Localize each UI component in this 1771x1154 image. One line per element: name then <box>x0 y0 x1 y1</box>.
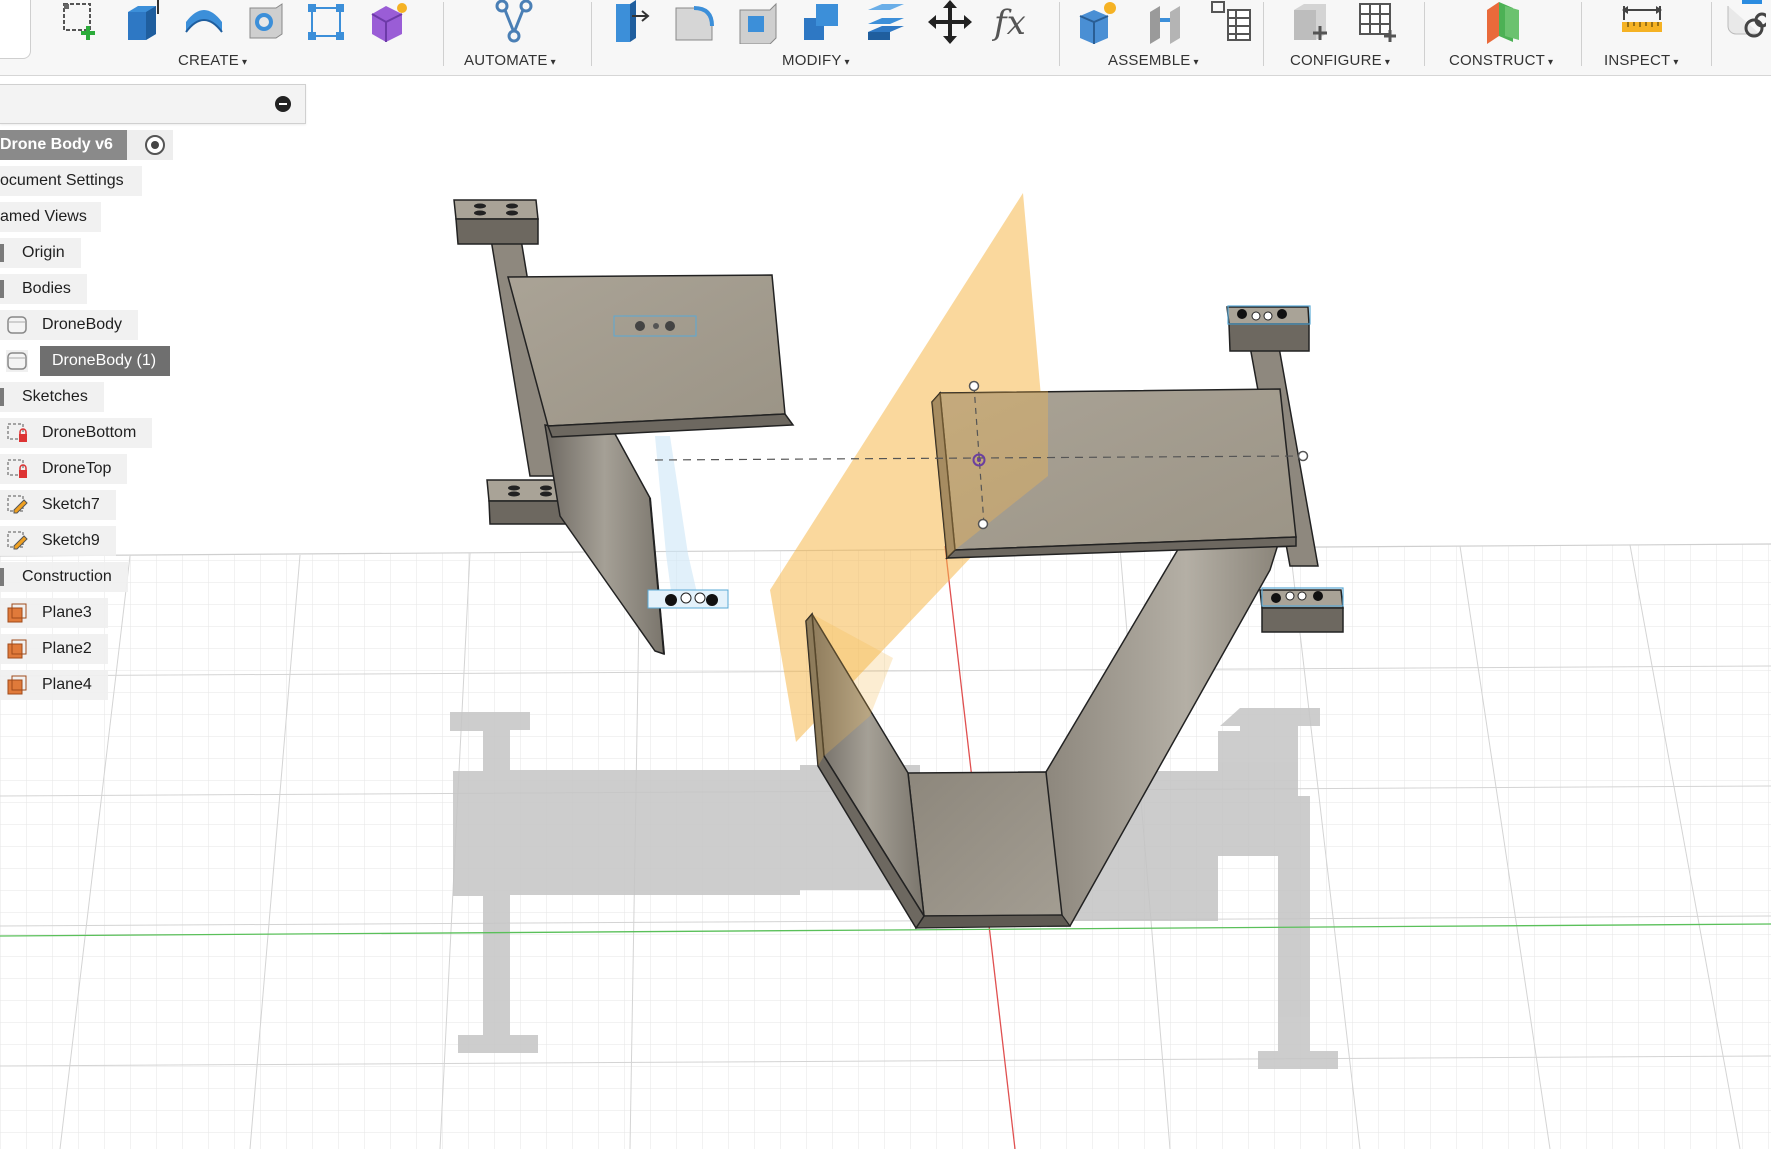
ribbon-toolbar: CREATE ▾ AUTOMATE ▾ fx MODIFY ▾ ASSEMBLE… <box>0 0 1771 76</box>
browser-node-dronebottom[interactable]: DroneBottom <box>0 418 153 448</box>
sketch-locked-icon <box>6 458 28 480</box>
body-icon <box>6 314 28 336</box>
browser-node-dronetop[interactable]: DroneTop <box>0 454 128 484</box>
sketch-icon <box>6 494 28 516</box>
node-label: DroneBody <box>42 316 123 333</box>
create-group: CREATE ▾ <box>40 0 440 75</box>
svg-text:fx: fx <box>992 3 1026 43</box>
browser-node-dronebody[interactable]: DroneBody <box>0 310 139 340</box>
extrude-icon[interactable] <box>120 0 164 44</box>
construct-group: CONSTRUCT ▾ <box>1425 0 1580 75</box>
sketch-locked-icon <box>6 422 28 444</box>
measure-icon[interactable] <box>1620 0 1664 44</box>
shell-icon[interactable] <box>736 0 780 44</box>
node-label: Sketch7 <box>42 496 100 513</box>
assemble-group: ASSEMBLE ▾ <box>1060 0 1260 75</box>
sketch-point[interactable] <box>1297 450 1309 462</box>
node-label: Construction <box>22 568 112 585</box>
assemble-menu[interactable]: ASSEMBLE ▾ <box>1108 52 1199 69</box>
automate-menu[interactable]: AUTOMATE ▾ <box>464 52 556 69</box>
node-label: Plane3 <box>42 604 92 621</box>
browser-node-plane2[interactable]: Plane2 <box>0 634 108 664</box>
node-label: DroneBottom <box>42 424 137 441</box>
modify-menu[interactable]: MODIFY ▾ <box>782 52 850 69</box>
browser-node-document-settings[interactable]: ocument Settings <box>0 166 142 196</box>
combine-icon[interactable] <box>800 0 844 44</box>
browser-node-plane4[interactable]: Plane4 <box>0 670 108 700</box>
browser-node-plane3[interactable]: Plane3 <box>0 598 108 628</box>
browser-node-construction[interactable]: Construction <box>0 562 128 592</box>
browser-node-dronebody-1[interactable]: DroneBody (1) <box>0 346 171 376</box>
browser-node-sketches[interactable]: Sketches <box>0 382 104 412</box>
browser-node-sketch7[interactable]: Sketch7 <box>0 490 116 520</box>
create-form-icon[interactable] <box>366 0 410 44</box>
plane-icon <box>6 638 28 660</box>
node-label: amed Views <box>0 208 87 225</box>
node-label: Plane2 <box>42 640 92 657</box>
configure-table-icon[interactable] <box>1356 0 1400 44</box>
joint-icon[interactable] <box>1144 0 1188 44</box>
browser-node-bodies[interactable]: Bodies <box>0 274 87 304</box>
folder-marker-icon <box>0 243 4 262</box>
hole-icon[interactable] <box>244 0 288 44</box>
node-label: Plane4 <box>42 676 92 693</box>
node-label: Sketches <box>22 388 88 405</box>
plane-icon <box>6 602 28 624</box>
workspace-switcher[interactable] <box>0 0 31 59</box>
offset-face-icon[interactable] <box>864 0 908 44</box>
browser-panel-header <box>0 84 306 124</box>
node-label: Origin <box>22 244 65 261</box>
inspect-group: INSPECT ▾ <box>1582 0 1712 75</box>
construct-menu[interactable]: CONSTRUCT ▾ <box>1449 52 1553 69</box>
parameters-fx-icon[interactable]: fx <box>992 0 1036 44</box>
plane-icon <box>6 674 28 696</box>
collapse-browser-icon[interactable] <box>275 96 291 112</box>
create-menu[interactable]: CREATE ▾ <box>178 52 247 69</box>
node-label: Bodies <box>22 280 71 297</box>
body-icon <box>6 349 28 372</box>
folder-marker-icon <box>0 567 4 586</box>
node-label: ocument Settings <box>0 172 124 189</box>
revolve-icon[interactable] <box>182 0 226 44</box>
folder-marker-icon <box>0 387 4 406</box>
browser-node-named-views[interactable]: amed Views <box>0 202 101 232</box>
activate-radio-icon[interactable] <box>126 130 173 160</box>
sketch-point[interactable] <box>968 380 980 392</box>
pattern-icon[interactable] <box>304 0 348 44</box>
bom-table-icon[interactable] <box>1208 0 1252 44</box>
modify-group: fx MODIFY ▾ <box>592 0 1060 75</box>
browser-root-node[interactable]: Drone Body v6 <box>0 130 173 160</box>
configure-group: CONFIGURE ▾ <box>1264 0 1424 75</box>
new-sketch-icon[interactable] <box>58 0 102 44</box>
move-icon[interactable] <box>928 0 972 44</box>
node-label: Sketch9 <box>42 532 100 549</box>
fillet-icon[interactable] <box>672 0 716 44</box>
canvas-viewport[interactable] <box>0 76 1771 1150</box>
3d-scene[interactable] <box>0 76 1771 1150</box>
root-label: Drone Body v6 <box>0 136 113 153</box>
press-pull-icon[interactable] <box>608 0 652 44</box>
insert-link-icon[interactable] <box>1722 0 1766 44</box>
node-label: DroneBody (1) <box>40 346 171 376</box>
configure-menu[interactable]: CONFIGURE ▾ <box>1290 52 1390 69</box>
node-label: DroneTop <box>42 460 112 477</box>
inspect-menu[interactable]: INSPECT ▾ <box>1604 52 1679 69</box>
folder-marker-icon <box>0 279 4 298</box>
construct-plane-icon[interactable] <box>1481 0 1525 44</box>
configure-icon[interactable] <box>1290 0 1334 44</box>
automate-icon[interactable] <box>492 0 536 44</box>
automate-group: AUTOMATE ▾ <box>444 0 589 75</box>
sketch-point[interactable] <box>977 518 989 530</box>
browser-node-sketch9[interactable]: Sketch9 <box>0 526 116 556</box>
browser-node-origin[interactable]: Origin <box>0 238 81 268</box>
sketch-icon <box>6 530 28 552</box>
new-component-icon[interactable] <box>1076 0 1120 44</box>
